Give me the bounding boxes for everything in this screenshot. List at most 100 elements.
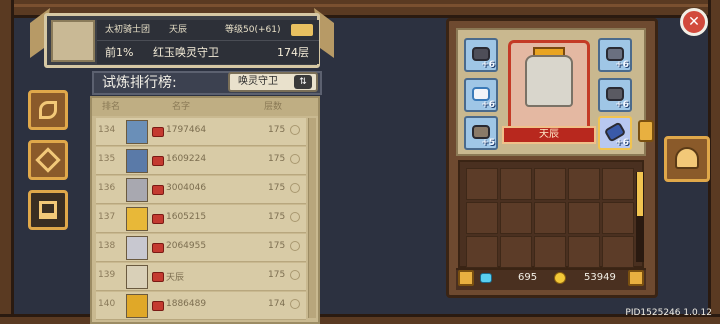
inventory-cell[interactable] [500, 202, 532, 234]
slot-plus-3: +5 [481, 138, 495, 148]
header-name: 名字 [172, 102, 191, 112]
inventory-cell[interactable] [568, 202, 600, 234]
row-guild-badge-icon [152, 156, 164, 166]
hero-tab-button[interactable] [664, 136, 710, 182]
row-rank: 140 [98, 299, 116, 309]
gem-icon [480, 273, 492, 283]
row-floor: 175 [268, 212, 286, 222]
swap-arrows-icon[interactable]: ⇅ [294, 75, 312, 89]
equip-slot-1[interactable]: +6 [464, 38, 498, 72]
coin-icon [554, 272, 566, 284]
ranking-row[interactable]: 134 1797464 175 [96, 118, 306, 146]
row-rank: 137 [98, 212, 116, 222]
ranking-scrollbar[interactable] [308, 118, 316, 318]
row-rank: 134 [98, 125, 116, 135]
row-rank: 136 [98, 183, 116, 193]
row-guild-badge-icon [152, 185, 164, 195]
lock-button[interactable] [458, 270, 474, 286]
inventory-cell[interactable] [602, 202, 634, 234]
row-name: 1797464 [166, 125, 207, 135]
player-level: 等级50(+61) [225, 25, 281, 35]
gem-count: 695 [518, 272, 538, 283]
hero-sprite [525, 55, 573, 107]
tab-diamond[interactable] [28, 140, 68, 180]
inventory-grid [458, 160, 644, 268]
player-card[interactable]: 太初骑士团 天辰 等级50(+61) 前1% 红玉唤灵守卫 174层 [44, 13, 320, 68]
row-floor: 175 [268, 125, 286, 135]
ranking-category-label: 唤灵守卫 [238, 76, 278, 87]
close-button[interactable]: ✕ [680, 8, 708, 36]
frame-left [0, 0, 14, 324]
tab-leaf[interactable] [28, 90, 68, 130]
slot-plus-6: +6 [615, 138, 629, 148]
row-name: 3004046 [166, 183, 207, 193]
inventory-cell[interactable] [466, 236, 498, 268]
row-guild-badge-icon [152, 272, 164, 282]
row-avatar [126, 294, 148, 318]
inventory-cell[interactable] [568, 236, 600, 268]
inventory-cell[interactable] [534, 202, 566, 234]
row-guild-badge-icon [152, 243, 164, 253]
guild-name: 太初骑士团 [105, 25, 151, 35]
ranking-category-select[interactable]: 唤灵守卫 ⇅ [228, 72, 318, 92]
slot-plus-5: +6 [615, 100, 629, 110]
row-guild-badge-icon [152, 301, 164, 311]
ranking-list[interactable]: 排名 名字 层数 134 1797464 175 135 1609224 175 136 30… [90, 96, 320, 324]
row-rank: 138 [98, 241, 116, 251]
equip-slot-6[interactable]: +6 [598, 116, 632, 150]
helmet-item-icon [472, 47, 490, 61]
bag-button[interactable] [628, 270, 644, 286]
equip-slot-5[interactable]: +6 [598, 78, 632, 112]
row-floor: 175 [268, 241, 286, 251]
player-percentile: 前1% [105, 46, 134, 59]
hero-portrait[interactable] [508, 40, 590, 136]
leaf-icon [39, 101, 57, 119]
ranking-row[interactable]: 137 1605215 175 [96, 205, 306, 233]
inventory-cell[interactable] [500, 168, 532, 200]
view-magnifier-icon[interactable] [290, 270, 300, 280]
row-avatar [126, 149, 148, 173]
equip-slot-2[interactable]: +6 [464, 78, 498, 112]
inventory-cell[interactable] [602, 236, 634, 268]
row-guild-badge-icon [152, 214, 164, 224]
row-floor: 174 [268, 299, 286, 309]
view-magnifier-icon[interactable] [290, 125, 300, 135]
podium-icon [39, 201, 57, 219]
slot-plus-2: +6 [481, 100, 495, 110]
gauntlet-item-icon [606, 87, 624, 101]
view-magnifier-icon[interactable] [290, 212, 300, 222]
ranking-title-text: 试炼排行榜: [102, 75, 177, 91]
ranking-row[interactable]: 136 3004046 175 [96, 176, 306, 204]
inventory-cell[interactable] [534, 236, 566, 268]
tab-ranking[interactable] [28, 190, 68, 230]
view-magnifier-icon[interactable] [290, 241, 300, 251]
ranking-row[interactable]: 139 天辰 175 [96, 263, 306, 291]
inventory-scrollbar[interactable] [636, 172, 644, 262]
inventory-cell[interactable] [500, 236, 532, 268]
inventory-cell[interactable] [534, 168, 566, 200]
inventory-cell[interactable] [568, 168, 600, 200]
row-avatar [126, 178, 148, 202]
header-rank: 排名 [102, 102, 121, 112]
header-floor: 层数 [264, 102, 283, 112]
row-guild-badge-icon [152, 127, 164, 137]
hero-name-plate: 天辰 [502, 126, 596, 144]
inventory-cell[interactable] [602, 168, 634, 200]
view-magnifier-icon[interactable] [290, 299, 300, 309]
view-magnifier-icon[interactable] [290, 154, 300, 164]
boots-item-icon [472, 125, 490, 139]
equip-slot-4[interactable]: +6 [598, 38, 632, 72]
ranking-row[interactable]: 140 1886489 174 [96, 292, 306, 320]
row-avatar [126, 236, 148, 260]
view-magnifier-icon[interactable] [290, 183, 300, 193]
inventory-cell[interactable] [466, 168, 498, 200]
build-version: PID1525246 1.0.12 [625, 308, 712, 318]
equip-slot-3[interactable]: +5 [464, 116, 498, 150]
expand-arrow-button[interactable] [638, 120, 654, 142]
slot-plus-1: +6 [481, 60, 495, 70]
player-floor: 174层 [277, 46, 309, 59]
inventory-cell[interactable] [466, 202, 498, 234]
ranking-row[interactable]: 135 1609224 175 [96, 147, 306, 175]
ranking-row[interactable]: 138 2064955 175 [96, 234, 306, 262]
row-floor: 175 [268, 183, 286, 193]
